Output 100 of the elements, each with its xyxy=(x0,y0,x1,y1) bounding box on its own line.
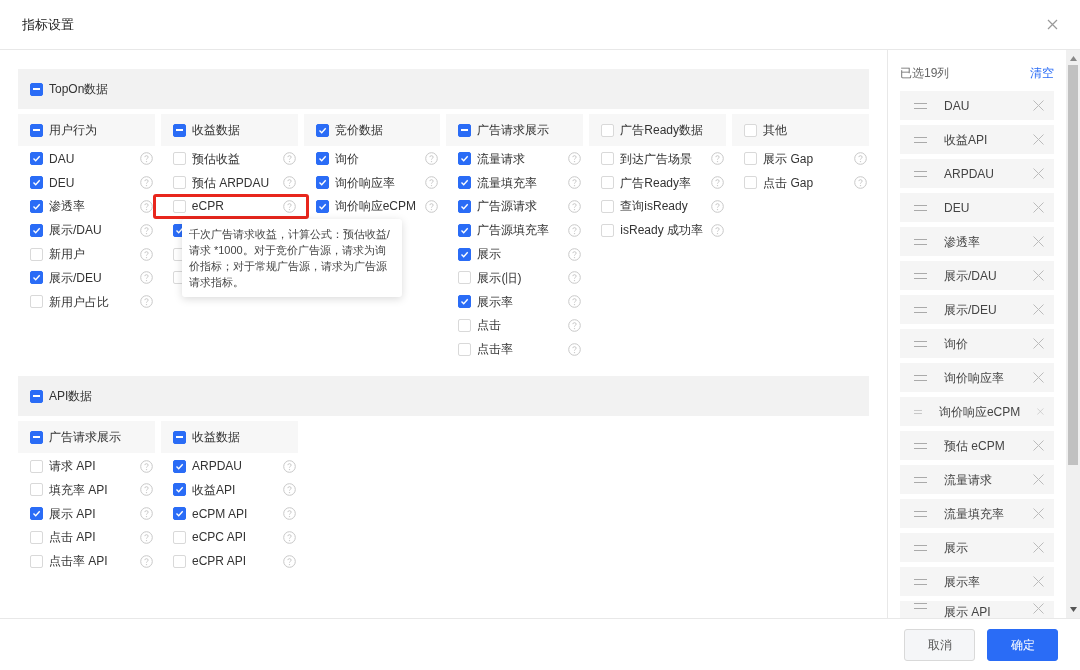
remove-icon[interactable] xyxy=(1033,508,1044,519)
help-icon[interactable] xyxy=(568,271,582,285)
drag-handle-icon[interactable] xyxy=(914,102,927,109)
scroll-up-icon[interactable] xyxy=(1069,56,1077,61)
help-icon[interactable] xyxy=(140,507,153,521)
drag-handle-icon[interactable] xyxy=(914,510,927,517)
help-icon[interactable] xyxy=(139,152,153,166)
selected-item[interactable]: 展示率 xyxy=(900,567,1054,596)
help-icon[interactable] xyxy=(568,200,582,213)
drag-handle-icon[interactable] xyxy=(914,374,927,381)
selected-item[interactable]: 渗透率 xyxy=(900,227,1054,256)
checkbox[interactable] xyxy=(458,295,472,309)
checkbox[interactable] xyxy=(30,389,43,403)
checkbox[interactable] xyxy=(172,123,186,137)
drag-handle-icon[interactable] xyxy=(914,204,927,211)
selected-item[interactable]: ARPDAU xyxy=(900,159,1054,188)
selected-item[interactable]: 预估 eCPM xyxy=(900,431,1054,460)
confirm-button[interactable]: 确定 xyxy=(987,628,1058,661)
checkbox[interactable] xyxy=(315,152,329,166)
drag-handle-icon[interactable] xyxy=(914,238,927,245)
help-icon[interactable] xyxy=(568,247,582,261)
help-icon[interactable] xyxy=(425,200,439,213)
remove-icon[interactable] xyxy=(1033,603,1044,614)
help-icon[interactable] xyxy=(425,176,439,190)
selected-item[interactable]: 展示 API xyxy=(900,601,1054,618)
help-icon[interactable] xyxy=(568,152,582,166)
help-icon[interactable] xyxy=(711,200,725,213)
checkbox[interactable] xyxy=(30,123,43,137)
checkbox[interactable] xyxy=(315,176,329,190)
help-icon[interactable] xyxy=(568,176,582,190)
drag-handle-icon[interactable] xyxy=(914,544,927,551)
checkbox[interactable] xyxy=(173,459,186,473)
help-icon[interactable] xyxy=(711,152,725,166)
help-icon[interactable] xyxy=(140,483,153,497)
help-icon[interactable] xyxy=(139,176,153,190)
remove-icon[interactable] xyxy=(1037,406,1044,417)
selected-item[interactable]: 展示/DAU xyxy=(900,261,1054,290)
drag-handle-icon[interactable] xyxy=(914,136,927,143)
checkbox[interactable] xyxy=(30,223,43,237)
drag-handle-icon[interactable] xyxy=(914,272,927,279)
remove-icon[interactable] xyxy=(1033,576,1044,587)
selected-item[interactable]: DAU xyxy=(900,91,1054,120)
selected-item[interactable]: 流量填充率 xyxy=(900,499,1054,528)
help-icon[interactable] xyxy=(711,176,725,190)
remove-icon[interactable] xyxy=(1033,100,1044,111)
drag-handle-icon[interactable] xyxy=(914,476,927,483)
help-icon[interactable] xyxy=(568,295,582,309)
selected-item[interactable]: DEU xyxy=(900,193,1054,222)
checkbox[interactable] xyxy=(173,483,186,497)
remove-icon[interactable] xyxy=(1033,168,1044,179)
help-icon[interactable] xyxy=(139,295,153,309)
help-icon[interactable] xyxy=(140,554,153,568)
selected-item[interactable]: 询价 xyxy=(900,329,1054,358)
help-icon[interactable] xyxy=(283,507,296,521)
help-icon[interactable] xyxy=(282,152,296,166)
checkbox[interactable] xyxy=(458,123,472,137)
remove-icon[interactable] xyxy=(1033,440,1044,451)
selected-item[interactable]: 展示 xyxy=(900,533,1054,562)
help-icon[interactable] xyxy=(140,530,153,544)
help-icon[interactable] xyxy=(568,223,582,237)
selected-item[interactable]: 收益API xyxy=(900,125,1054,154)
checkbox[interactable] xyxy=(315,123,329,137)
checkbox[interactable] xyxy=(458,200,472,213)
remove-icon[interactable] xyxy=(1033,304,1044,315)
help-icon[interactable] xyxy=(283,554,296,568)
drag-handle-icon[interactable] xyxy=(914,408,922,415)
drag-handle-icon[interactable] xyxy=(914,170,927,177)
selected-item[interactable]: 询价响应eCPM xyxy=(900,397,1054,426)
help-icon[interactable] xyxy=(568,342,582,356)
remove-icon[interactable] xyxy=(1033,202,1044,213)
remove-icon[interactable] xyxy=(1033,236,1044,247)
help-icon[interactable] xyxy=(140,459,153,473)
remove-icon[interactable] xyxy=(1033,134,1044,145)
scrollbar-thumb[interactable] xyxy=(1068,65,1078,465)
selected-item[interactable]: 询价响应率 xyxy=(900,363,1054,392)
drag-handle-icon[interactable] xyxy=(914,578,927,585)
checkbox[interactable] xyxy=(30,507,43,521)
checkbox[interactable] xyxy=(458,247,472,261)
checkbox[interactable] xyxy=(315,200,329,213)
help-icon[interactable] xyxy=(425,152,439,166)
checkbox[interactable] xyxy=(30,176,43,190)
checkbox[interactable] xyxy=(30,271,43,285)
help-icon[interactable] xyxy=(568,318,582,332)
help-icon[interactable] xyxy=(282,200,296,213)
selected-item[interactable]: 展示/DEU xyxy=(900,295,1054,324)
drag-handle-icon[interactable] xyxy=(914,340,927,347)
help-icon[interactable] xyxy=(139,247,153,261)
cancel-button[interactable]: 取消 xyxy=(904,628,975,661)
help-icon[interactable] xyxy=(283,530,296,544)
help-icon[interactable] xyxy=(853,176,867,190)
help-icon[interactable] xyxy=(283,483,296,497)
close-icon[interactable] xyxy=(1047,19,1058,30)
scroll-down-icon[interactable] xyxy=(1069,607,1077,612)
checkbox[interactable] xyxy=(30,82,43,96)
help-icon[interactable] xyxy=(282,176,296,190)
help-icon[interactable] xyxy=(139,271,153,285)
remove-icon[interactable] xyxy=(1033,372,1044,383)
remove-icon[interactable] xyxy=(1033,338,1044,349)
checkbox[interactable] xyxy=(458,223,472,237)
remove-icon[interactable] xyxy=(1033,474,1044,485)
